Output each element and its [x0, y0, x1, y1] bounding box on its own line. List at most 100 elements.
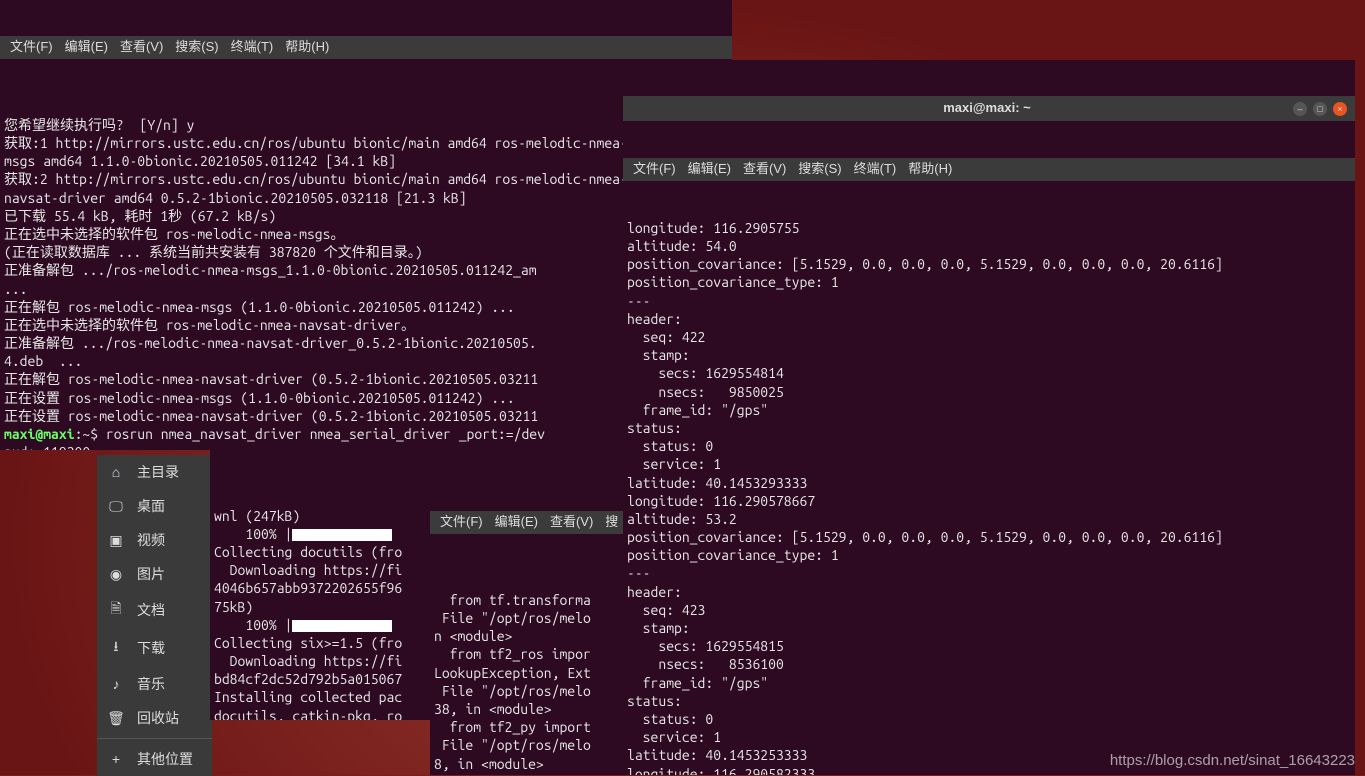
progress-bar [292, 529, 392, 541]
term-line: 您希望继续执行吗? [Y/n] y [4, 117, 194, 133]
window-titlebar[interactable]: maxi@maxi: ~ – □ × [623, 96, 1355, 121]
term-line: status: 0 [627, 711, 713, 727]
term-line: ... [4, 281, 28, 297]
menu-terminal[interactable]: 终端(T) [227, 38, 278, 57]
term-line: Installing collected pac [214, 689, 402, 705]
menu-edit[interactable]: 编辑(E) [684, 160, 735, 179]
term-line: header: [627, 311, 682, 327]
terminal-traceback[interactable]: 文件(F) 编辑(E) 查看(V) 搜 from tf.transforma F… [430, 475, 630, 775]
term-line: 75kB) [214, 599, 253, 615]
term-line: secs: 1629554815 [627, 638, 784, 654]
window-title: maxi@maxi: ~ [681, 100, 1293, 117]
sidebar-item-music[interactable]: ♪ 音乐 [97, 667, 212, 701]
term-line: wnl (247kB) [214, 508, 300, 524]
term-line: nsecs: 8536100 [627, 656, 784, 672]
menu-edit[interactable]: 编辑(E) [61, 38, 112, 57]
term-line: stamp: [627, 347, 690, 363]
term-line: navsat-driver amd64 0.5.2-1bionic.202105… [4, 190, 467, 206]
term-line: Downloading https://fi [214, 653, 402, 669]
term-line: from tf2_ros impor [434, 646, 591, 662]
sidebar-item-label: 其他位置 [137, 749, 193, 769]
term-line: --- [627, 565, 651, 581]
term-line: position_covariance: [5.1529, 0.0, 0.0, … [627, 529, 1223, 545]
menu-edit[interactable]: 编辑(E) [491, 513, 542, 532]
menu-search[interactable]: 搜 [601, 513, 622, 532]
term-line: position_covariance: [5.1529, 0.0, 0.0, … [627, 256, 1223, 272]
maximize-button[interactable]: □ [1313, 102, 1327, 116]
term-line: latitude: 40.1453293333 [627, 475, 807, 491]
term-line: nsecs: 9850025 [627, 384, 784, 400]
term-line: seq: 422 [627, 329, 705, 345]
term-line: frame_id: "/gps" [627, 675, 768, 691]
sidebar-item-home[interactable]: ⌂ 主目录 [97, 455, 212, 489]
terminal-body[interactable]: from tf.transforma File "/opt/ros/melo n… [430, 571, 630, 775]
menu-search[interactable]: 搜索(S) [171, 38, 222, 57]
menu-file[interactable]: 文件(F) [436, 513, 487, 532]
sidebar-item-label: 音乐 [137, 674, 165, 694]
menu-terminal[interactable]: 终端(T) [850, 160, 901, 179]
term-line: secs: 1629554814 [627, 365, 784, 381]
plus-icon: + [107, 751, 125, 767]
term-line: 8, in <module> [434, 756, 544, 772]
menu-help[interactable]: 帮助(H) [904, 160, 956, 179]
term-line: File "/opt/ros/melo [434, 610, 591, 626]
term-line: from tf.transforma [434, 592, 591, 608]
menu-view[interactable]: 查看(V) [116, 38, 167, 57]
term-line: --- [627, 293, 651, 309]
term-line: service: 1 [627, 456, 721, 472]
term-line: service: 1 [627, 729, 721, 745]
term-line: 正在解包 ros-melodic-nmea-navsat-driver (0.5… [4, 371, 538, 387]
term-line: 4046b657abb9372202655f96 [214, 580, 402, 596]
term-line: 正在设置 ros-melodic-nmea-msgs (1.1.0-0bioni… [4, 390, 515, 406]
term-line: docutils, catkin-pkg, ro [214, 708, 402, 720]
term-line: LookupException, Ext [434, 665, 591, 681]
terminal-menubar: 文件(F) 编辑(E) 查看(V) 搜 [430, 511, 630, 534]
term-line: 正在选中未选择的软件包 ros-melodic-nmea-navsat-driv… [4, 317, 415, 333]
term-line: 已下载 55.4 kB, 耗时 1秒 (67.2 kB/s) [4, 208, 276, 224]
term-line: 100% | [214, 526, 292, 542]
terminal-gps-output[interactable]: maxi@maxi: ~ – □ × 文件(F) 编辑(E) 查看(V) 搜索(… [623, 60, 1355, 775]
term-line: File "/opt/ros/melo [434, 737, 591, 753]
sidebar-item-trash[interactable]: 🗑回收站 [97, 701, 212, 735]
sidebar-item-video[interactable]: ▣视频 [97, 523, 212, 557]
terminal-body[interactable]: longitude: 116.2905755 altitude: 54.0 po… [623, 217, 1355, 775]
term-line: frame_id: "/gps" [627, 402, 768, 418]
term-line: status: [627, 693, 682, 709]
sidebar-item-desktop[interactable]: 🖵桌面 [97, 489, 212, 523]
term-line: n <module> [434, 628, 512, 644]
sidebar-item-label: 桌面 [137, 496, 165, 516]
menu-help[interactable]: 帮助(H) [281, 38, 333, 57]
sidebar-item-pictures[interactable]: ◉图片 [97, 557, 212, 591]
term-line: altitude: 53.2 [627, 511, 737, 527]
term-line: 4.deb ... [4, 353, 82, 369]
sidebar-item-documents[interactable]: 🗎文档 [97, 591, 212, 629]
menu-search[interactable]: 搜索(S) [794, 160, 845, 179]
term-line: 38, in <module> [434, 701, 552, 717]
term-line: status: 0 [627, 438, 713, 454]
sidebar-item-label: 文档 [137, 600, 165, 620]
music-icon: ♪ [107, 676, 125, 692]
menu-view[interactable]: 查看(V) [739, 160, 790, 179]
sidebar-item-label: 回收站 [137, 708, 179, 728]
term-line: seq: 423 [627, 602, 705, 618]
term-line: Collecting docutils (fro [214, 544, 402, 560]
sidebar-item-other[interactable]: + 其他位置 [97, 742, 212, 776]
prompt-user: maxi@maxi [4, 426, 75, 442]
menu-view[interactable]: 查看(V) [546, 513, 597, 532]
term-line: Downloading https://fi [214, 562, 402, 578]
menu-file[interactable]: 文件(F) [629, 160, 680, 179]
sidebar-item-downloads[interactable]: ⭳下载 [97, 629, 212, 667]
terminal-menubar: 文件(F) 编辑(E) 查看(V) 搜索(S) 终端(T) 帮助(H) [623, 158, 1355, 181]
term-line: longitude: 116.290582333 [627, 766, 815, 775]
sidebar-separator [97, 738, 212, 739]
term-line: 正在选中未选择的软件包 ros-melodic-nmea-msgs。 [4, 226, 344, 242]
menu-file[interactable]: 文件(F) [6, 38, 57, 57]
sidebar-item-label: 主目录 [137, 462, 179, 482]
minimize-button[interactable]: – [1293, 102, 1307, 116]
downloads-icon: ⭳ [107, 636, 125, 660]
term-line: 正在解包 ros-melodic-nmea-msgs (1.1.0-0bioni… [4, 299, 515, 315]
close-button[interactable]: × [1333, 102, 1347, 116]
term-line: header: [627, 584, 682, 600]
home-icon: ⌂ [107, 464, 125, 480]
term-line: Collecting six>=1.5 (fro [214, 635, 402, 651]
